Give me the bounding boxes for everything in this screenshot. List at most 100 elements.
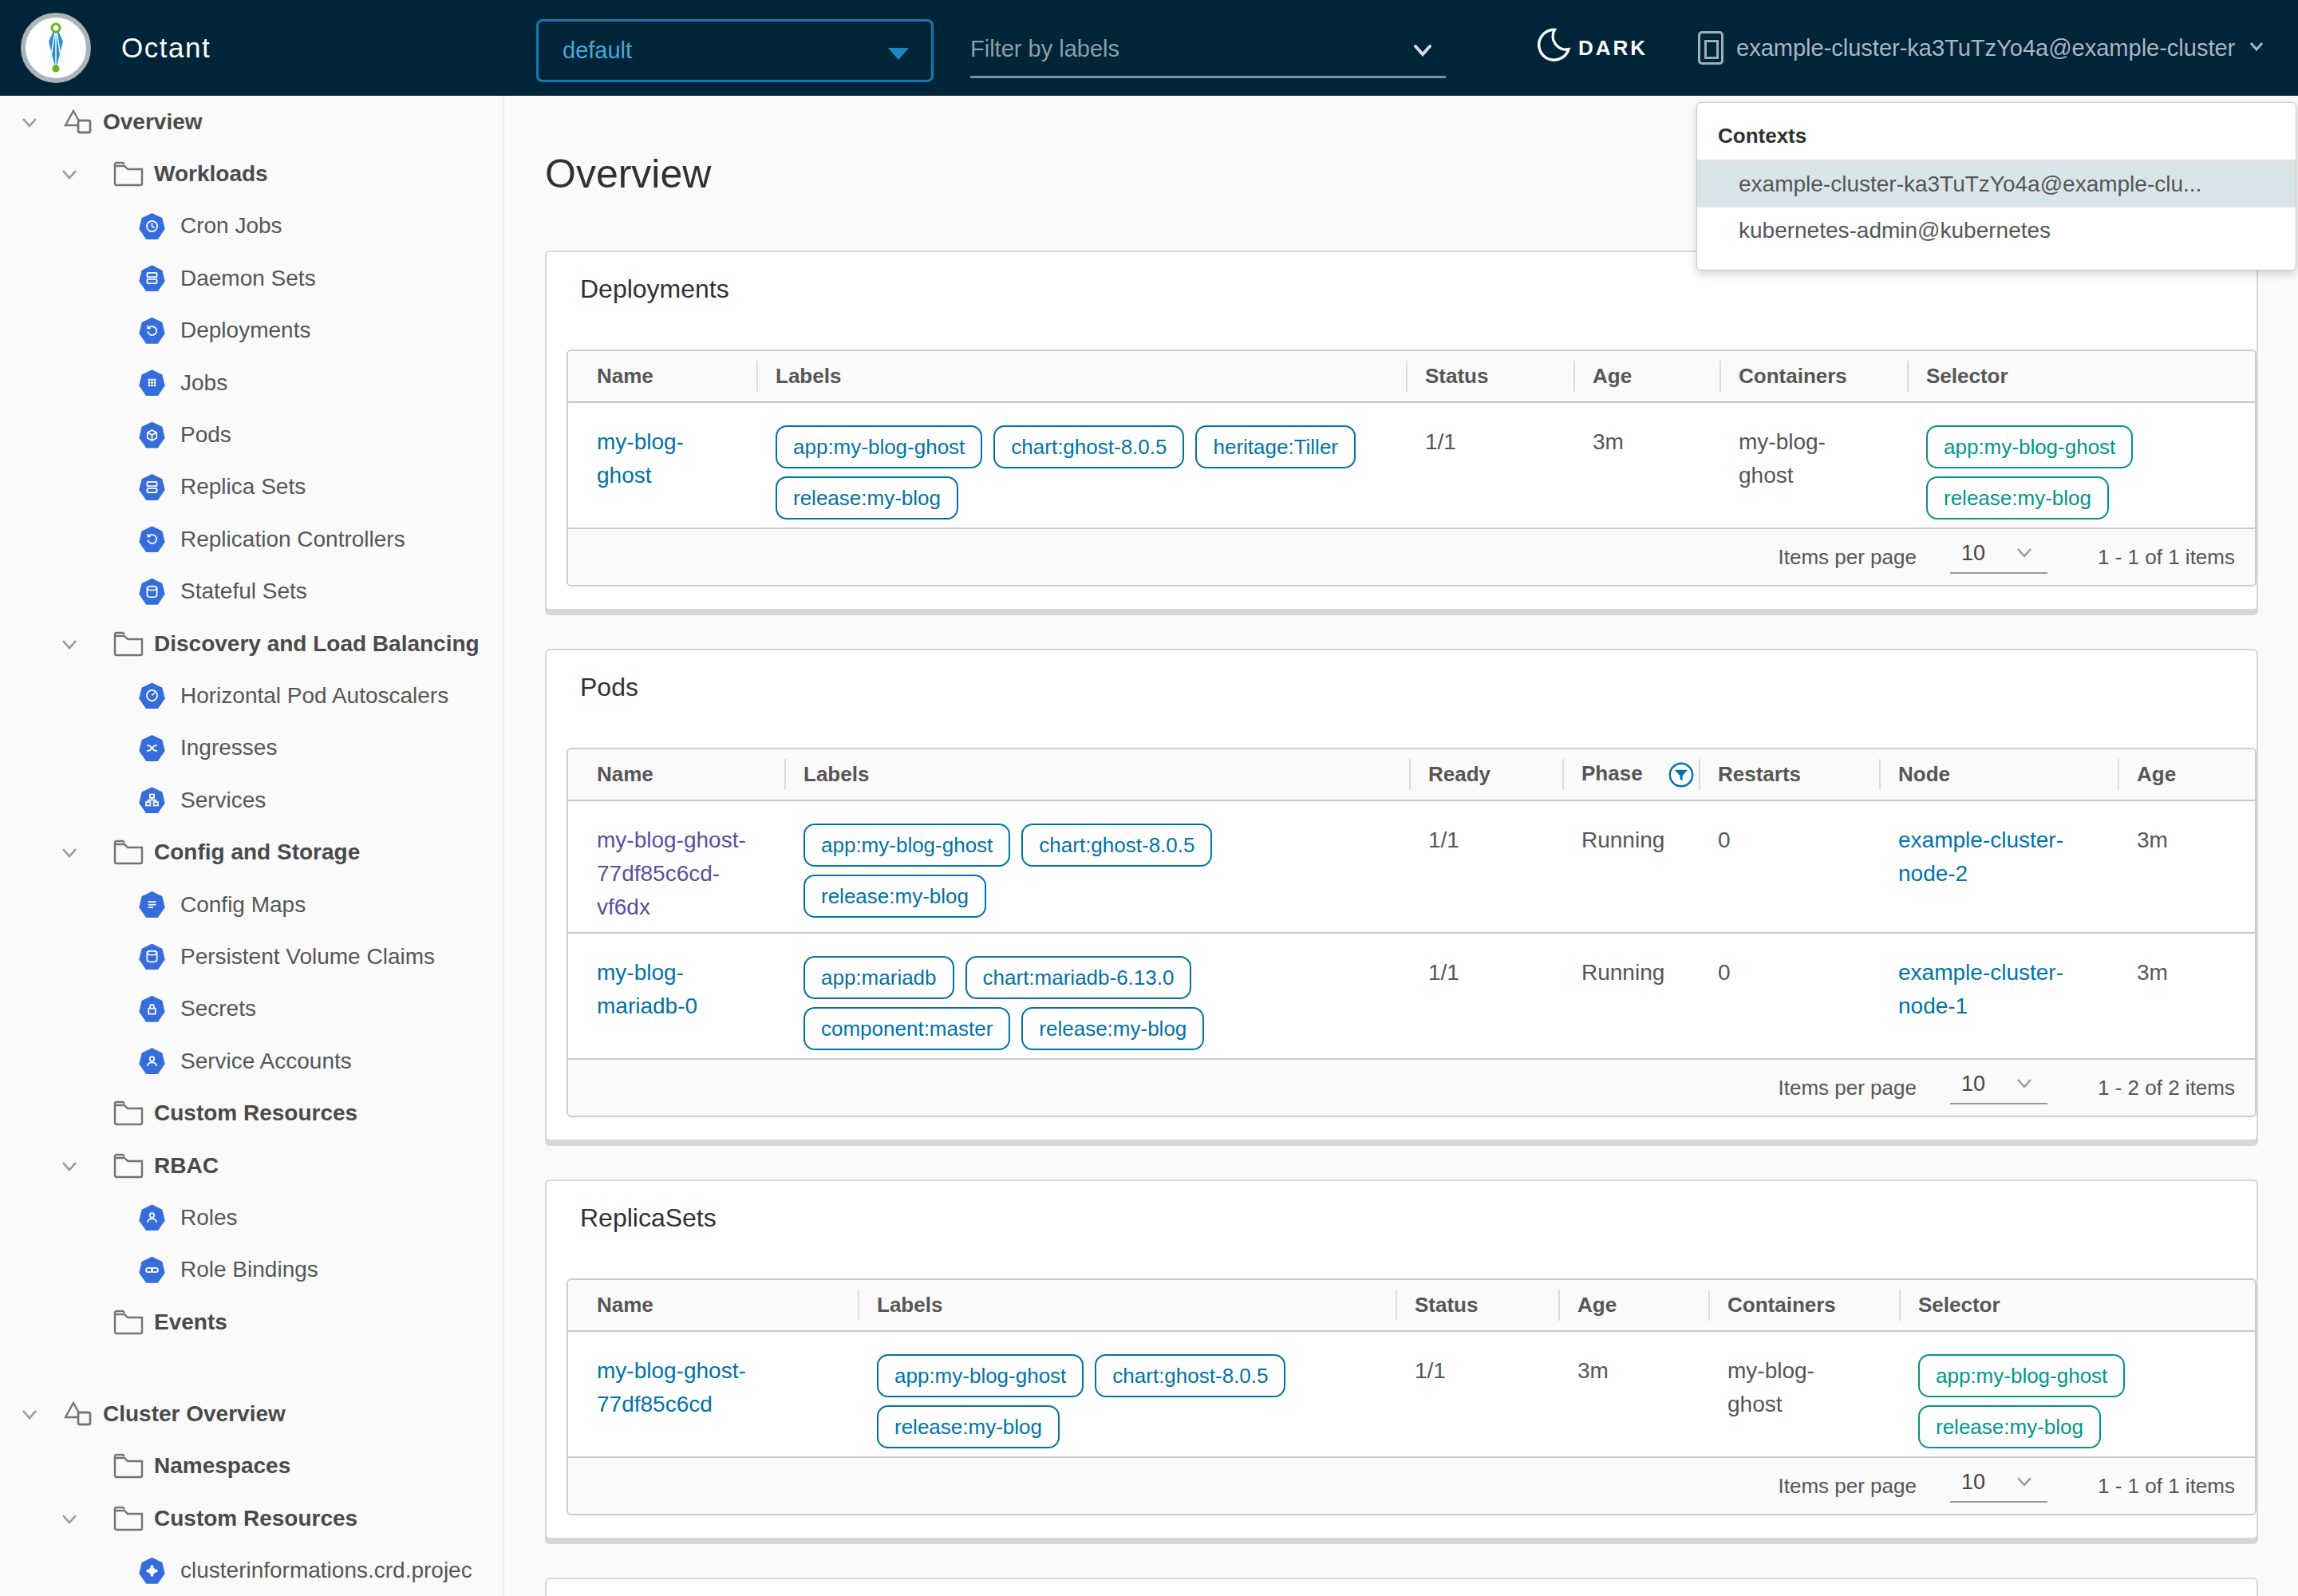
- context-option[interactable]: kubernetes-admin@kubernetes: [1697, 207, 2296, 254]
- sidebar-item-horizontal-pod-autoscalers[interactable]: Horizontal Pod Autoscalers: [0, 670, 503, 721]
- label-chip[interactable]: app:my-blog-ghost: [804, 824, 1010, 867]
- page-size-select[interactable]: 10: [1950, 541, 2047, 574]
- namespace-select[interactable]: default: [536, 19, 934, 82]
- sidebar-item-roles[interactable]: Roles: [0, 1191, 503, 1243]
- chevron-down-icon[interactable]: [16, 110, 43, 134]
- resource-link[interactable]: my-blog-ghost-77df85c6cd-vf6dx: [597, 828, 746, 919]
- sidebar-item-custom-resources[interactable]: Custom Resources: [0, 1492, 503, 1544]
- column-header-name[interactable]: Name: [568, 351, 756, 402]
- filter-icon[interactable]: [1668, 762, 1694, 788]
- user-resource-icon: [139, 1048, 165, 1074]
- resource-link[interactable]: example-cluster-node-2: [1898, 828, 2063, 886]
- dark-mode-toggle[interactable]: DARK: [1538, 0, 1648, 96]
- sidebar-item-label: Ingresses: [180, 735, 277, 760]
- sidebar-item-custom-resources[interactable]: Custom Resources: [0, 1087, 503, 1139]
- column-header-selector[interactable]: Selector: [1907, 351, 2257, 402]
- chevron-down-icon[interactable]: [56, 632, 83, 656]
- label-chip[interactable]: release:my-blog: [1918, 1405, 2101, 1448]
- sidebar-item-label: Config Maps: [180, 892, 306, 918]
- sidebar-item-persistent-volume-claims[interactable]: Persistent Volume Claims: [0, 930, 503, 982]
- pagination-range: 1 - 2 of 2 items: [2087, 1076, 2235, 1100]
- column-header-ready[interactable]: Ready: [1409, 749, 1562, 800]
- column-header-containers[interactable]: Containers: [1708, 1280, 1899, 1331]
- label-chip[interactable]: release:my-blog: [1926, 476, 2109, 519]
- sidebar-item-label: clusterinformations.crd.projec: [180, 1558, 472, 1583]
- sidebar-item-label: Cluster Overview: [103, 1401, 286, 1427]
- sidebar-item-overview[interactable]: Overview: [0, 96, 503, 148]
- column-header-age[interactable]: Age: [1573, 351, 1720, 402]
- sidebar-item-replica-sets[interactable]: Replica Sets: [0, 461, 503, 513]
- column-header-age[interactable]: Age: [1558, 1280, 1708, 1331]
- sidebar-item-stateful-sets[interactable]: Stateful Sets: [0, 566, 503, 618]
- label-filter-chevron-icon[interactable]: [1408, 35, 1438, 69]
- label-chip[interactable]: app:my-blog-ghost: [1926, 425, 2133, 468]
- sidebar-item-deployments[interactable]: Deployments: [0, 305, 503, 357]
- sidebar-item-daemon-sets[interactable]: Daemon Sets: [0, 252, 503, 304]
- column-header-name[interactable]: Name: [568, 1280, 858, 1331]
- column-header-name[interactable]: Name: [568, 749, 784, 800]
- chevron-down-icon[interactable]: [56, 162, 83, 186]
- app-header: Octant default Filter by labels DARK exa…: [0, 0, 2298, 96]
- chevron-down-icon[interactable]: [56, 840, 83, 864]
- chevron-down-icon[interactable]: [16, 1402, 43, 1426]
- sidebar-item-config-maps[interactable]: Config Maps: [0, 879, 503, 930]
- sidebar-item-clusterinformations-crd-projec[interactable]: clusterinformations.crd.projec: [0, 1545, 503, 1596]
- sidebar-item-config-and-storage[interactable]: Config and Storage: [0, 826, 503, 878]
- label-chip[interactable]: app:my-blog-ghost: [1918, 1354, 2125, 1397]
- label-chip[interactable]: chart:mariadb-6.13.0: [965, 956, 1192, 999]
- page-size-select[interactable]: 10: [1950, 1072, 2047, 1104]
- cell-value: 0: [1718, 828, 1731, 852]
- sidebar-item-events[interactable]: Events: [0, 1296, 503, 1348]
- label-chip[interactable]: release:my-blog: [776, 476, 958, 519]
- page-size-select[interactable]: 10: [1950, 1470, 2047, 1503]
- label-chip[interactable]: chart:ghost-8.0.5: [993, 425, 1184, 468]
- sidebar-item-jobs[interactable]: Jobs: [0, 357, 503, 409]
- resource-link[interactable]: example-cluster-node-1: [1898, 960, 2063, 1018]
- label-chip[interactable]: release:my-blog: [804, 875, 986, 918]
- label-chip[interactable]: app:my-blog-ghost: [877, 1354, 1084, 1397]
- column-header-labels[interactable]: Labels: [858, 1280, 1396, 1331]
- sidebar-item-workloads[interactable]: Workloads: [0, 148, 503, 200]
- sidebar-item-services[interactable]: Services: [0, 774, 503, 826]
- sidebar-item-secrets[interactable]: Secrets: [0, 983, 503, 1035]
- label-chip[interactable]: chart:ghost-8.0.5: [1095, 1354, 1285, 1397]
- column-header-phase[interactable]: Phase: [1562, 749, 1699, 800]
- column-header-age[interactable]: Age: [2118, 749, 2257, 800]
- sidebar-item-discovery-and-load-balancing[interactable]: Discovery and Load Balancing: [0, 618, 503, 670]
- octant-logo-icon[interactable]: [21, 13, 91, 83]
- column-header-status[interactable]: Status: [1406, 351, 1573, 402]
- label-filter-input[interactable]: Filter by labels: [970, 22, 1446, 78]
- resource-link[interactable]: my-blog-mariadb-0: [597, 960, 697, 1018]
- sidebar-item-rbac[interactable]: RBAC: [0, 1140, 503, 1191]
- label-chip[interactable]: chart:ghost-8.0.5: [1021, 824, 1212, 867]
- sidebar-item-cron-jobs[interactable]: Cron Jobs: [0, 200, 503, 252]
- resource-link[interactable]: my-blog-ghost: [597, 429, 684, 488]
- column-header-selector[interactable]: Selector: [1899, 1280, 2257, 1331]
- context-chooser[interactable]: example-cluster-ka3TuTzYo4a@example-clus…: [1698, 0, 2268, 96]
- sidebar-item-cluster-overview[interactable]: Cluster Overview: [0, 1388, 503, 1440]
- label-chip[interactable]: heritage:Tiller: [1195, 425, 1356, 468]
- resource-link[interactable]: my-blog-ghost-77df85c6cd: [597, 1358, 746, 1416]
- label-chip[interactable]: release:my-blog: [877, 1405, 1060, 1448]
- sidebar-item-service-accounts[interactable]: Service Accounts: [0, 1035, 503, 1087]
- chevron-down-icon[interactable]: [56, 1507, 83, 1531]
- label-chip[interactable]: component:master: [804, 1007, 1010, 1050]
- label-chip[interactable]: release:my-blog: [1021, 1007, 1204, 1050]
- column-header-labels[interactable]: Labels: [756, 351, 1406, 402]
- label-chip[interactable]: app:my-blog-ghost: [776, 425, 982, 468]
- sidebar-item-replication-controllers[interactable]: Replication Controllers: [0, 513, 503, 565]
- sidebar-item-namespaces[interactable]: Namespaces: [0, 1440, 503, 1492]
- gauge-resource-icon: [139, 682, 165, 709]
- sidebar-item-ingresses[interactable]: Ingresses: [0, 722, 503, 774]
- label-chip[interactable]: app:mariadb: [804, 956, 954, 999]
- context-caret-icon: [2245, 34, 2268, 61]
- column-header-labels[interactable]: Labels: [784, 749, 1409, 800]
- sidebar-item-pods[interactable]: Pods: [0, 409, 503, 460]
- chevron-down-icon[interactable]: [56, 1154, 83, 1178]
- context-option[interactable]: example-cluster-ka3TuTzYo4a@example-clu.…: [1697, 161, 2296, 207]
- column-header-restarts[interactable]: Restarts: [1699, 749, 1879, 800]
- sidebar-item-role-bindings[interactable]: Role Bindings: [0, 1244, 503, 1296]
- column-header-status[interactable]: Status: [1396, 1280, 1558, 1331]
- column-header-containers[interactable]: Containers: [1720, 351, 1907, 402]
- column-header-node[interactable]: Node: [1879, 749, 2118, 800]
